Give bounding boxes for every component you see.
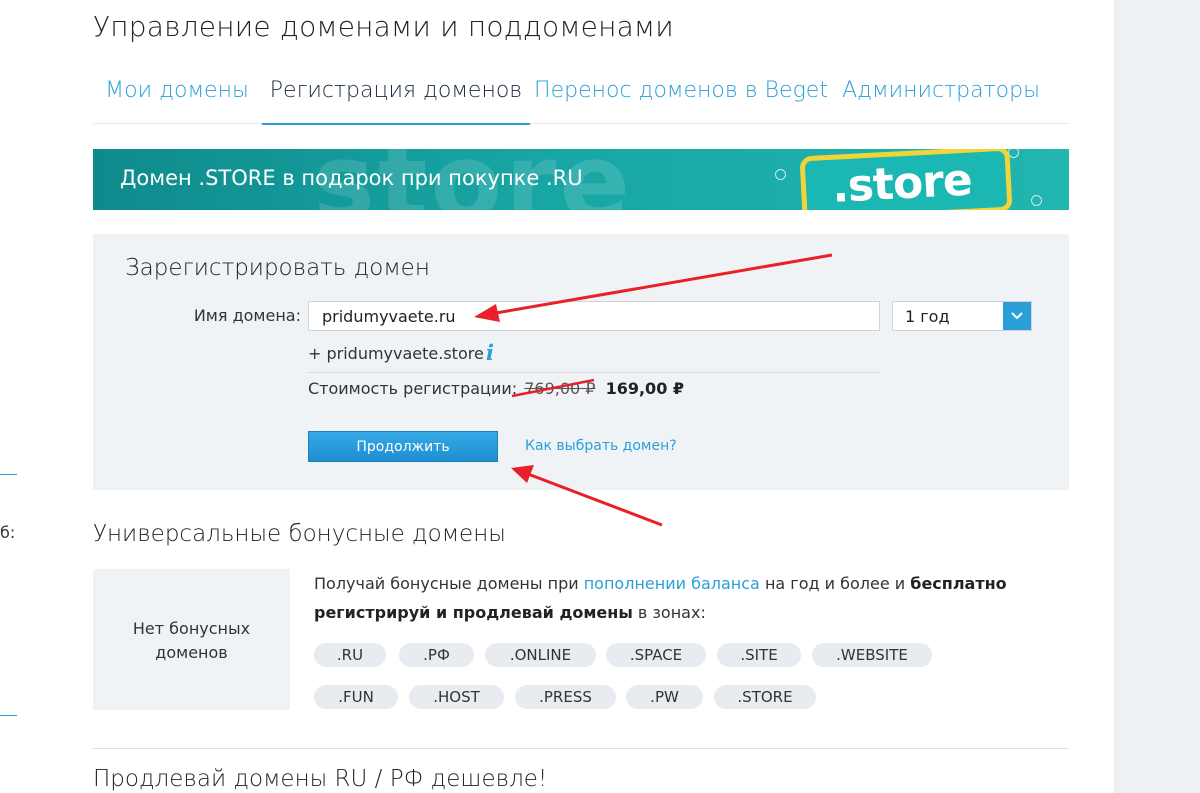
decor-circle-icon (775, 169, 786, 180)
continue-button[interactable]: Продолжить (308, 431, 498, 462)
domain-tabs: Мои домены Регистрация доменов Перенос д… (93, 70, 1069, 125)
no-bonus-text: Нет бонусных доменов (93, 617, 290, 665)
zone-chip: .WEBSITE (812, 643, 932, 667)
zone-chip: .SITE (717, 643, 801, 667)
no-bonus-line-1: Нет бонусных (132, 619, 251, 638)
zone-chip: .HOST (409, 685, 504, 709)
bonus-domain-text: + pridumyvaete.store (308, 344, 484, 363)
zone-chip: .FUN (314, 685, 398, 709)
zone-chip: .STORE (714, 685, 816, 709)
registration-cost: Стоимость регистрации: 769,00 ₽ 169,00 ₽ (308, 379, 684, 398)
left-text-fragment: б: (0, 523, 16, 542)
decor-circle-icon (1031, 195, 1042, 206)
zone-chip: .SPACE (606, 643, 706, 667)
cost-label: Стоимость регистрации: (308, 379, 518, 398)
zone-chip: .РФ (399, 643, 474, 667)
old-price: 769,00 ₽ (524, 379, 596, 398)
bonus-domains-title: Универсальные бонусные домены (93, 521, 506, 547)
zone-chip: .PW (626, 685, 703, 709)
tab-my-domains[interactable]: Мои домены (93, 70, 261, 124)
period-select-value: 1 год (905, 307, 950, 326)
tab-domain-transfer[interactable]: Перенос доменов в Beget (530, 70, 832, 124)
store-badge-text: .store (830, 154, 973, 210)
right-sidebar (1114, 0, 1200, 793)
register-title: Зарегистрировать домен (125, 255, 430, 281)
new-price: 169,00 ₽ (605, 379, 685, 398)
tab-administrators[interactable]: Администраторы (841, 70, 1041, 124)
bonus-desc-text: на год и более и (759, 574, 911, 593)
divider (308, 372, 880, 373)
zone-chip: .PRESS (515, 685, 616, 709)
page-title: Управление доменами и поддоменами (93, 10, 674, 43)
bonus-desc-text: Получай бонусные домены при (314, 574, 584, 593)
bonus-description: Получай бонусные домены при пополнении б… (314, 569, 1054, 627)
period-select[interactable]: 1 год (892, 301, 1032, 331)
bonus-desc-text: в зонах: (632, 603, 706, 622)
zone-chip: .RU (314, 643, 386, 667)
banner-text: Домен .STORE в подарок при покупке .RU (120, 166, 583, 190)
section-divider (93, 748, 1069, 749)
left-nav-line (0, 474, 17, 475)
info-icon[interactable]: i (486, 340, 494, 365)
left-nav-line (0, 715, 17, 716)
domain-name-input[interactable] (308, 301, 880, 331)
tab-domain-registration[interactable]: Регистрация доменов (262, 70, 530, 125)
store-badge: .store (799, 149, 1013, 210)
promo-banner[interactable]: store Домен .STORE в подарок при покупке… (93, 149, 1069, 210)
no-bonus-box: Нет бонусных доменов (93, 569, 290, 710)
renew-domains-title: Продлевай домены RU / РФ дешевле! (93, 766, 548, 792)
top-up-balance-link[interactable]: пополнении баланса (584, 574, 760, 593)
zone-chip: .ONLINE (485, 643, 596, 667)
chevron-down-icon[interactable] (1003, 302, 1031, 330)
domain-name-label: Имя домена: (193, 306, 301, 325)
register-domain-panel: Зарегистрировать домен Имя домена: 1 год… (93, 234, 1069, 490)
how-to-choose-domain-link[interactable]: Как выбрать домен? (525, 438, 677, 454)
no-bonus-line-2: доменов (155, 643, 228, 662)
